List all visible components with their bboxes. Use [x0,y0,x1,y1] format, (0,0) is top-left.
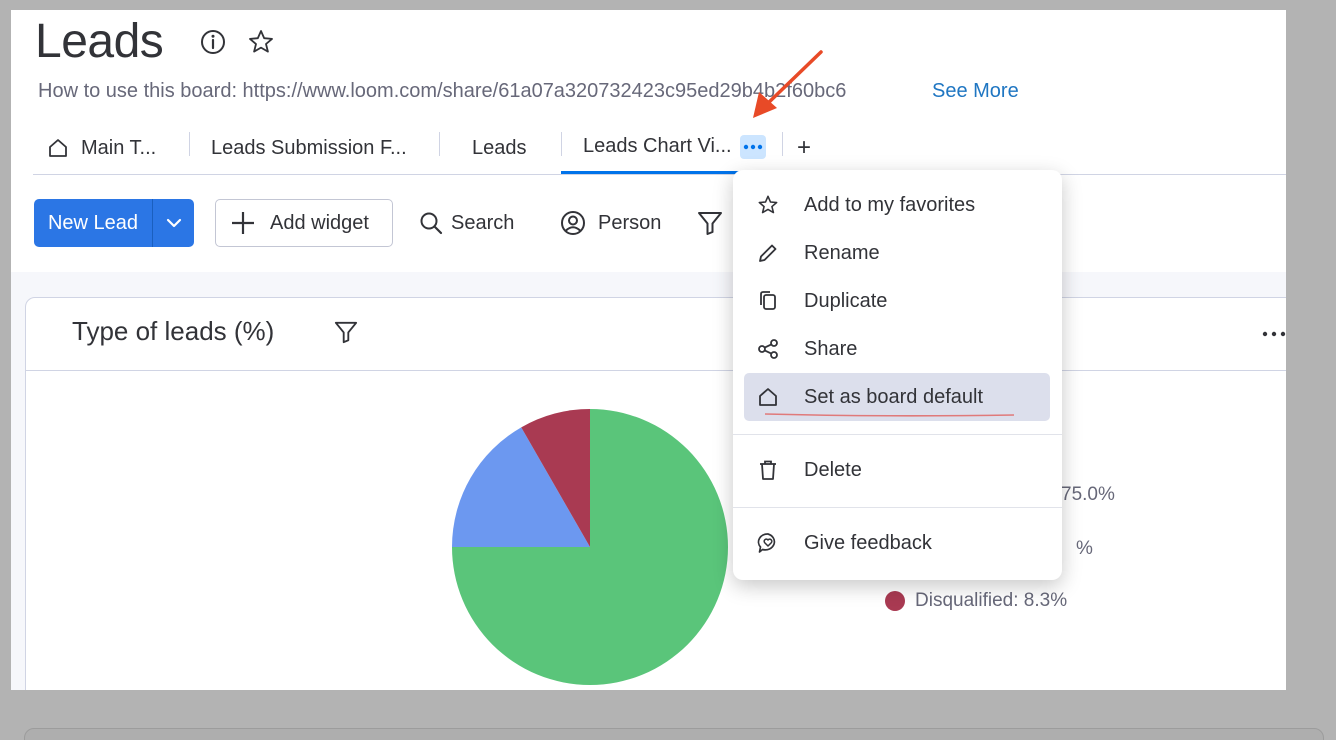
add-widget-button[interactable]: Add widget [215,199,393,247]
legend-item-disqualified: Disqualified: 8.3% [885,590,1067,612]
legend-dot [885,591,905,611]
more-options-icon[interactable] [739,134,766,159]
add-widget-label: Add widget [270,211,369,234]
new-lead-label: New Lead [47,211,139,234]
info-icon[interactable] [199,28,227,56]
tab-leads[interactable]: Leads [472,122,527,174]
widget-title: Type of leads (%) [72,316,275,346]
search-button[interactable]: Search [419,199,514,247]
menu-item-label: Delete [804,458,862,481]
see-more-link[interactable]: See More [932,80,1019,103]
tab-label: Main T... [81,136,157,159]
search-icon [419,211,443,235]
menu-item-share[interactable]: Share [744,325,1050,373]
menu-item-duplicate[interactable]: Duplicate [744,277,1050,325]
widget-more-icon[interactable] [1262,331,1286,337]
tab-label: Leads Submission F... [211,136,407,159]
legend-item: % [1076,538,1093,560]
menu-divider [733,434,1062,435]
menu-item-label: Share [804,337,858,360]
pie-chart [452,409,728,685]
tab-separator [189,132,190,156]
legend-label: Disqualified: 8.3% [915,590,1068,611]
tab-leads-chart-view[interactable]: Leads Chart Vi... [561,122,778,174]
menu-item-label: Duplicate [804,289,888,312]
board-panel: Leads How to use this board: https://www… [11,10,1286,690]
copy-icon [756,289,780,313]
page-title: Leads [35,15,164,68]
tab-label: Leads Chart Vi... [583,135,732,157]
plus-icon [230,210,256,236]
tabs-divider [33,174,1286,175]
share-icon [756,337,780,361]
view-tabs: Main T... Leads Submission F... Leads Le… [33,122,1286,174]
view-options-menu: Add to my favorites Rename Duplicate Sha… [733,170,1062,580]
widget-filter-icon[interactable] [334,320,358,344]
tab-label: Leads [472,136,527,159]
person-filter-button[interactable]: Person [560,199,661,247]
chevron-down-icon[interactable] [153,218,194,228]
filter-icon [697,210,723,236]
menu-item-delete[interactable]: Delete [744,446,1050,494]
legend-item: 75.0% [1061,484,1115,506]
menu-item-add-to-favorites[interactable]: Add to my favorites [744,181,1050,229]
menu-item-label: Add to my favorites [804,193,976,216]
new-lead-button[interactable]: New Lead [34,199,194,247]
menu-item-label: Set as board default [804,385,984,408]
add-view-button[interactable]: + [797,122,811,174]
star-icon[interactable] [247,28,275,56]
board-description: How to use this board: https://www.loom.… [38,80,847,102]
trash-icon [756,458,780,482]
annotation-arrow [753,50,823,118]
chart-widget: Type of leads (%) 75.0% % Disqualified: … [25,297,1286,690]
legend-label: 75.0% [1061,484,1115,505]
menu-item-label: Rename [804,241,880,264]
pencil-icon [756,241,780,265]
menu-item-label: Give feedback [804,531,932,554]
menu-item-give-feedback[interactable]: Give feedback [744,519,1050,567]
tab-leads-submission-form[interactable]: Leads Submission F... [211,122,407,174]
star-icon [756,193,780,217]
person-label: Person [598,211,662,234]
menu-item-rename[interactable]: Rename [744,229,1050,277]
annotation-underline [764,413,1015,417]
feedback-icon [756,531,780,555]
home-icon [47,137,69,159]
tab-separator [439,132,440,156]
menu-divider [733,507,1062,508]
search-label: Search [451,211,515,234]
home-icon [756,385,780,409]
tab-main-table[interactable]: Main T... [47,122,156,174]
background-widget-bottom [24,728,1324,740]
widget-divider [26,370,1286,371]
tab-separator [782,132,783,156]
filter-button[interactable] [697,199,723,247]
person-icon [560,210,586,236]
legend-label: % [1076,538,1093,559]
